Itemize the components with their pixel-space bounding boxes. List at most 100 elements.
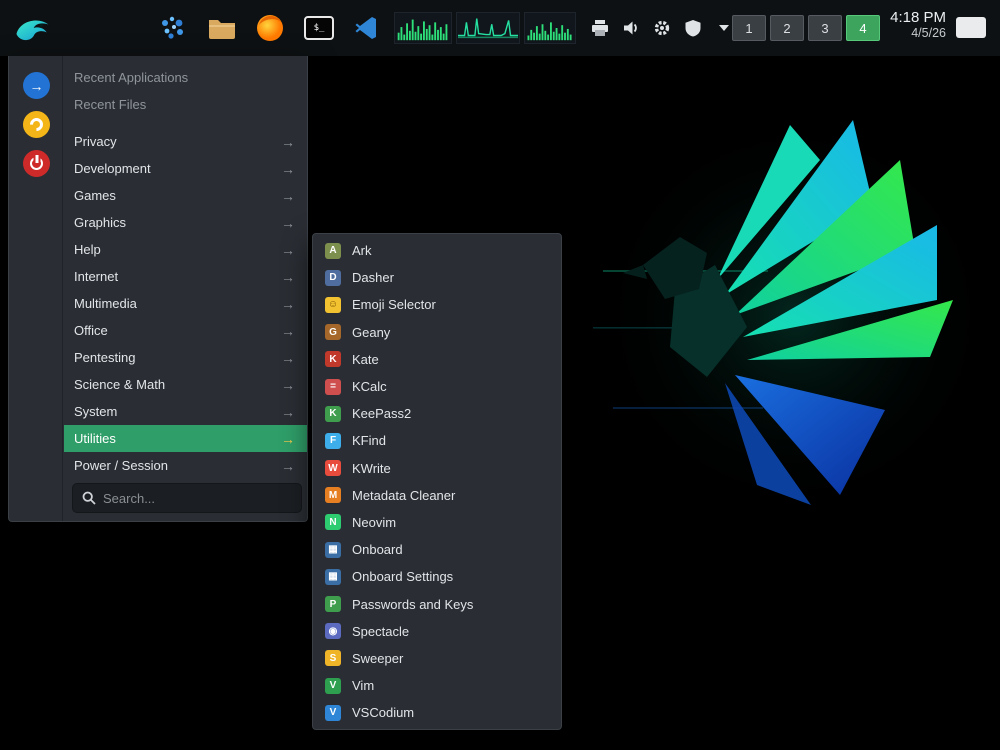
- emoji-selector-icon: ☺: [325, 297, 341, 313]
- workspace-button-2[interactable]: 2: [770, 15, 804, 41]
- submenu-item-neovim[interactable]: N Neovim: [313, 509, 561, 536]
- submenu-item-spectacle[interactable]: ◉Spectacle: [313, 618, 561, 645]
- cpu-graph: [394, 12, 452, 44]
- submenu-arrow-icon: →: [281, 215, 295, 231]
- submenu-item-label: Passwords and Keys: [352, 597, 473, 612]
- submenu-item-label: KWrite: [352, 461, 391, 476]
- menu-category-development[interactable]: Development →: [64, 155, 307, 182]
- clock-time: 4:18 PM: [890, 9, 946, 26]
- submenu-item-geany[interactable]: GGeany: [313, 319, 561, 346]
- shutdown-button[interactable]: [23, 150, 50, 177]
- session-shortcut-strip: →: [9, 56, 63, 521]
- submenu-item-label: Neovim: [352, 515, 396, 530]
- clock-widget[interactable]: 4:18 PM 4/5/26: [890, 9, 946, 40]
- submenu-item-label: Onboard Settings: [352, 569, 453, 584]
- submenu-item-kcalc[interactable]: =KCalc: [313, 373, 561, 400]
- submenu-item-dasher[interactable]: DDasher: [313, 264, 561, 291]
- submenu-item-keepass2[interactable]: KKeePass2: [313, 400, 561, 427]
- passwords-and-keys-icon: P: [325, 596, 341, 612]
- submenu-arrow-icon: →: [281, 458, 295, 474]
- submenu-item-label: Dasher: [352, 270, 394, 285]
- category-list: Privacy→Development→Games→Graphics→Help→…: [64, 128, 307, 479]
- submenu-item-onboard[interactable]: ▦Onboard: [313, 536, 561, 563]
- submenu-item-label: Geany: [352, 325, 390, 340]
- vscode-icon[interactable]: [349, 8, 385, 48]
- workspace-button-1[interactable]: 1: [732, 15, 766, 41]
- submenu-item-kate[interactable]: KKate: [313, 346, 561, 373]
- submenu-arrow-icon: →: [281, 296, 295, 312]
- submenu-arrow-icon: →: [281, 242, 295, 258]
- submenu-item-emoji-selector[interactable]: ☺Emoji Selector: [313, 291, 561, 318]
- gear-icon[interactable]: [652, 18, 672, 38]
- onboard-settings-icon: ▦: [325, 569, 341, 585]
- bird-wallpaper-art: [585, 65, 995, 545]
- search-icon: [82, 491, 96, 505]
- submenu-item-kwrite[interactable]: W KWrite: [313, 455, 561, 482]
- menu-category-graphics[interactable]: Graphics →: [64, 209, 307, 236]
- submenu-arrow-icon: →: [281, 161, 295, 177]
- printer-icon[interactable]: [590, 18, 610, 38]
- menu-category-utilities[interactable]: Utilities →: [64, 425, 307, 452]
- submenu-item-metadata-cleaner[interactable]: MMetadata Cleaner: [313, 482, 561, 509]
- menu-category-label: Science & Math: [74, 377, 165, 392]
- menu-category-label: Help: [74, 242, 101, 257]
- volume-icon[interactable]: [621, 18, 641, 38]
- network-graph: [456, 12, 520, 44]
- recent-files-item[interactable]: Recent Files: [64, 91, 307, 118]
- submenu-item-passwords-and-keys[interactable]: P Passwords and Keys: [313, 590, 561, 617]
- logout-button[interactable]: →: [23, 72, 50, 99]
- menu-category-label: Games: [74, 188, 116, 203]
- submenu-item-label: Sweeper: [352, 651, 403, 666]
- workspace-button-4[interactable]: 4: [846, 15, 880, 41]
- firefox-icon[interactable]: [252, 8, 288, 48]
- submenu-item-vim[interactable]: VVim: [313, 672, 561, 699]
- kali-logo-icon: [13, 11, 51, 45]
- submenu-item-ark[interactable]: A Ark: [313, 237, 561, 264]
- submenu-arrow-icon: →: [281, 431, 295, 447]
- menu-category-label: Development: [74, 161, 151, 176]
- show-desktop-button[interactable]: [956, 17, 986, 38]
- menu-category-label: Internet: [74, 269, 118, 284]
- submenu-item-vscodium[interactable]: VVSCodium: [313, 699, 561, 726]
- menu-category-games[interactable]: Games→: [64, 182, 307, 209]
- file-manager-icon[interactable]: [204, 8, 240, 48]
- system-monitor-graphs[interactable]: [394, 12, 576, 44]
- menu-category-system[interactable]: System→: [64, 398, 307, 425]
- menu-category-label: Graphics: [74, 215, 126, 230]
- vim-icon: V: [325, 678, 341, 694]
- restart-button[interactable]: [23, 111, 50, 138]
- restart-icon: [27, 115, 45, 133]
- power-icon: [30, 157, 43, 170]
- menu-category-privacy[interactable]: Privacy→: [64, 128, 307, 155]
- app-dots-launcher-icon[interactable]: [156, 8, 190, 48]
- shield-icon[interactable]: [683, 18, 703, 38]
- submenu-item-label: Ark: [352, 243, 372, 258]
- menu-category-internet[interactable]: Internet→: [64, 263, 307, 290]
- submenu-arrow-icon: →: [281, 323, 295, 339]
- kwrite-icon: W: [325, 460, 341, 476]
- menu-category-label: Utilities: [74, 431, 116, 446]
- search-input[interactable]: [103, 491, 292, 506]
- submenu-item-kfind[interactable]: FKFind: [313, 427, 561, 454]
- vscodium-icon: V: [325, 705, 341, 721]
- kali-menu-button[interactable]: [8, 8, 56, 48]
- desktop: $_: [0, 0, 1000, 750]
- sweeper-icon: S: [325, 650, 341, 666]
- tray-expand-chevron-icon[interactable]: [714, 18, 734, 38]
- submenu-item-onboard-settings[interactable]: ▦ Onboard Settings: [313, 563, 561, 590]
- menu-category-help[interactable]: Help →: [64, 236, 307, 263]
- menu-category-science-math[interactable]: Science & Math→: [64, 371, 307, 398]
- menu-category-multimedia[interactable]: Multimedia→: [64, 290, 307, 317]
- submenu-item-label: Kate: [352, 352, 379, 367]
- menu-category-power-session[interactable]: Power / Session→: [64, 452, 307, 479]
- ark-icon: A: [325, 243, 341, 259]
- submenu-item-sweeper[interactable]: S Sweeper: [313, 645, 561, 672]
- neovim-icon: N: [325, 514, 341, 530]
- menu-category-office[interactable]: Office→: [64, 317, 307, 344]
- menu-category-label: Pentesting: [74, 350, 135, 365]
- recent-applications-item[interactable]: Recent Applications: [64, 64, 307, 91]
- workspace-button-3[interactable]: 3: [808, 15, 842, 41]
- utilities-submenu-popup: A Ark DDasher☺Emoji SelectorGGeanyKKate=KC…: [312, 233, 562, 730]
- terminal-icon[interactable]: $_: [300, 8, 338, 48]
- menu-category-pentesting[interactable]: Pentesting→: [64, 344, 307, 371]
